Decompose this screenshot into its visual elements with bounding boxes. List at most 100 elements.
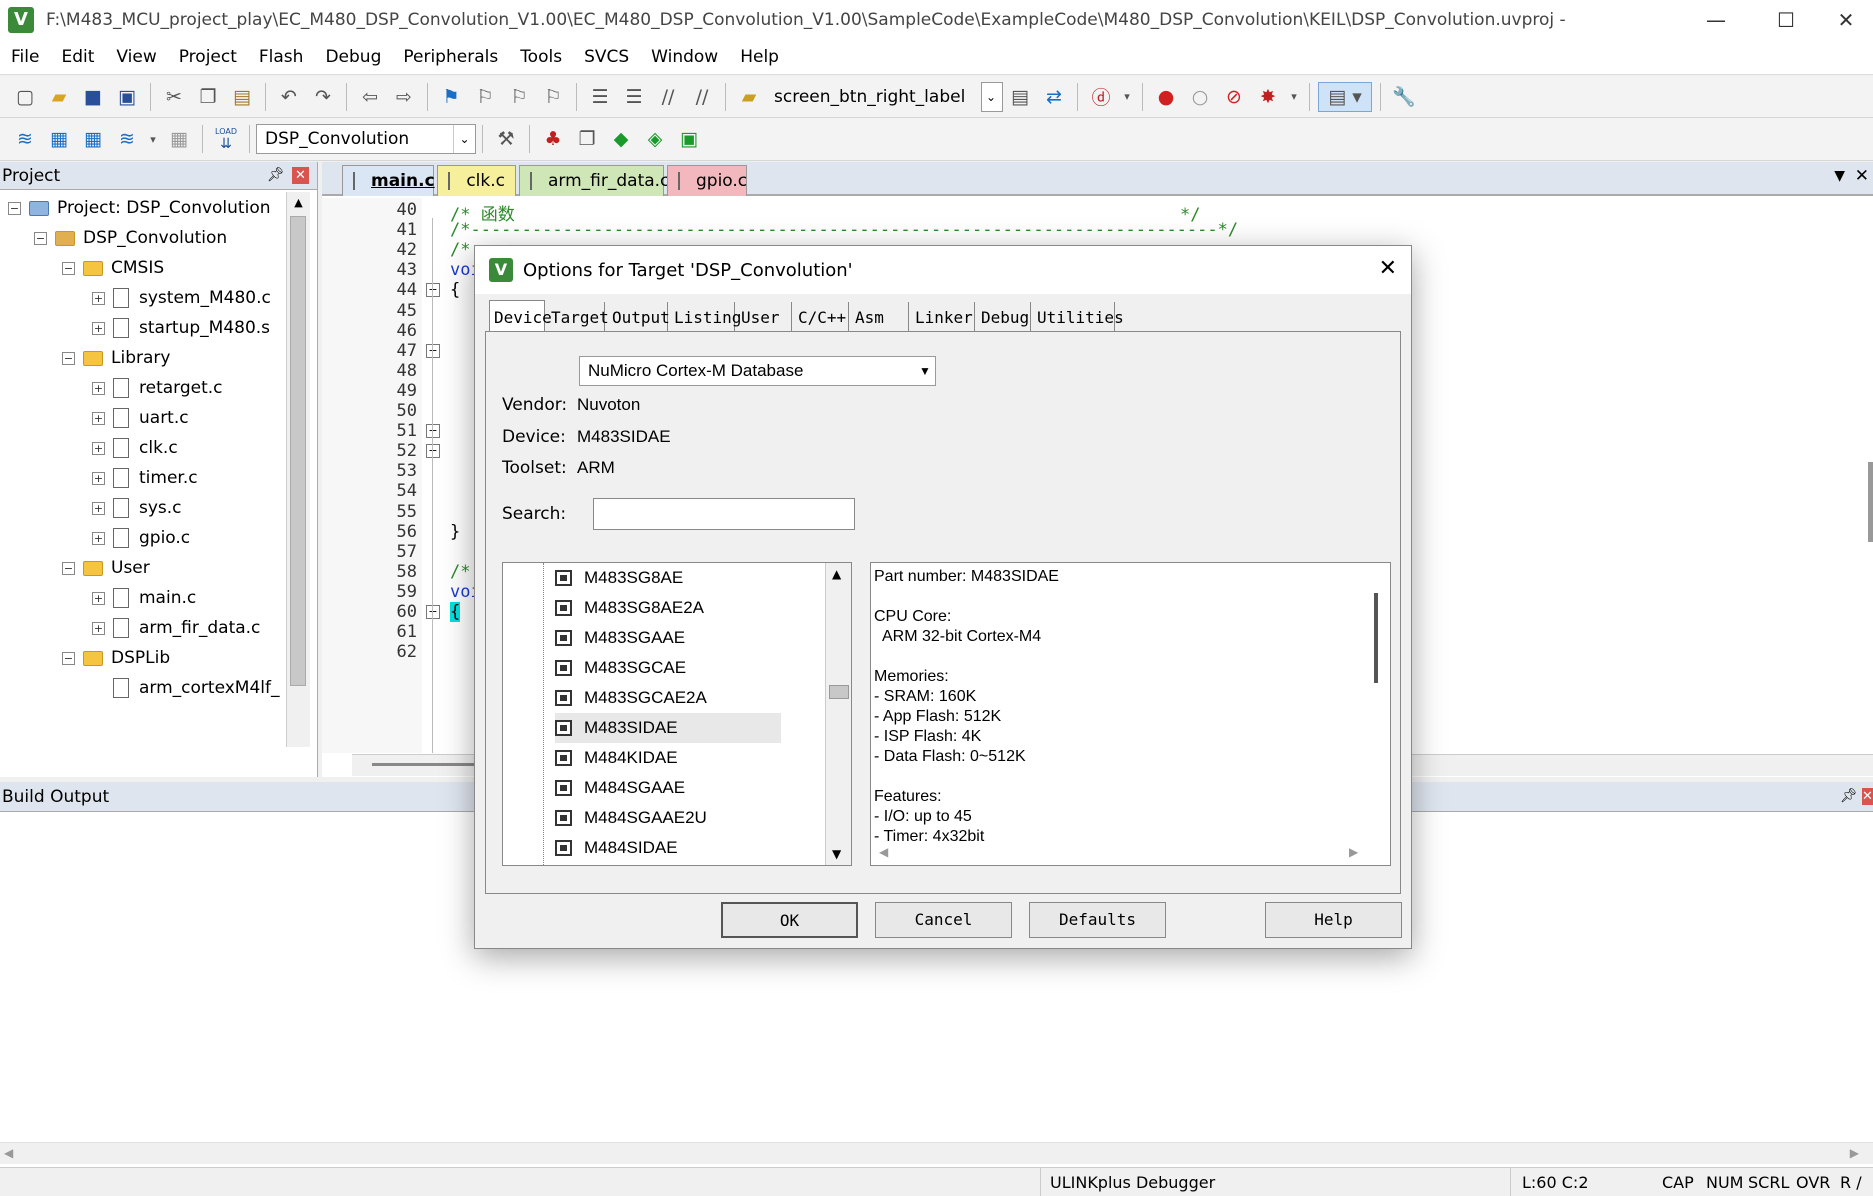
device-list-item[interactable]: M483SGCAE2A — [555, 683, 781, 713]
open-file-icon[interactable]: ▰ — [44, 82, 74, 112]
pack-installer-icon[interactable]: ◈ — [640, 124, 670, 154]
disable-breakpoint-icon[interactable]: ○ — [1185, 82, 1215, 112]
disable-all-breakpoints-icon[interactable]: ⊘ — [1219, 82, 1249, 112]
dialog-tab-target[interactable]: Target — [547, 302, 609, 332]
minimize-button[interactable]: — — [1690, 4, 1742, 36]
configure-icon[interactable]: 🔧 — [1389, 82, 1419, 112]
unindent-icon[interactable]: ☰ — [619, 82, 649, 112]
find-combo[interactable]: screen_btn_right_label — [766, 82, 981, 112]
dialog-tab-output[interactable]: Output — [608, 302, 670, 332]
device-list-item[interactable]: M483SG8AE — [555, 563, 781, 593]
stop-build-icon[interactable]: ▦ — [164, 124, 194, 154]
editor-tab-gpio-c[interactable]: gpio.c — [667, 165, 747, 196]
tree-item-file[interactable]: + main.c — [92, 583, 196, 613]
save-all-icon[interactable]: ▣ — [112, 82, 142, 112]
menu-help[interactable]: Help — [729, 47, 790, 67]
menu-debug[interactable]: Debug — [314, 47, 392, 67]
options-for-target-icon[interactable]: ⚒ — [491, 124, 521, 154]
expand-icon[interactable]: + — [92, 291, 105, 305]
maximize-button[interactable]: ☐ — [1760, 4, 1812, 36]
pack-update-icon[interactable]: ▣ — [674, 124, 704, 154]
menu-view[interactable]: View — [105, 47, 167, 67]
device-list-item[interactable]: M484SGAAE2U — [555, 803, 781, 833]
dialog-tab-linker[interactable]: Linker — [911, 302, 975, 332]
collapse-icon[interactable]: − — [8, 201, 21, 215]
breakpoint-icon[interactable]: ● — [1151, 82, 1181, 112]
fold-toggle-icon[interactable]: − — [426, 283, 440, 298]
fold-toggle-icon[interactable]: − — [426, 424, 440, 439]
dialog-tab-asm[interactable]: Asm — [851, 302, 909, 332]
collapse-icon[interactable]: − — [62, 561, 75, 575]
collapse-icon[interactable]: − — [62, 651, 75, 665]
tree-item-file[interactable]: + sys.c — [92, 493, 182, 523]
tree-item-file[interactable]: +arm_cortexM4lf_ — [92, 673, 279, 703]
tree-item-file[interactable]: + timer.c — [92, 463, 198, 493]
device-search-input[interactable] — [593, 498, 855, 530]
device-list-item[interactable]: M483SG8AE2A — [555, 593, 781, 623]
next-bookmark-icon[interactable]: ⚐ — [504, 82, 534, 112]
find-icon[interactable]: ▤ — [1005, 82, 1035, 112]
manage-project-items-icon[interactable]: ♣ — [538, 124, 568, 154]
build-pin-icon[interactable]: 📌︎ — [1840, 788, 1858, 804]
device-list-item[interactable]: M483SGAAE — [555, 623, 781, 653]
info-scroll-right-icon[interactable]: ▶ — [1349, 845, 1358, 859]
target-select[interactable]: DSP_Convolution ⌄ — [256, 124, 476, 154]
menu-tools[interactable]: Tools — [509, 47, 573, 67]
menu-window[interactable]: Window — [640, 47, 729, 67]
cancel-button[interactable]: Cancel — [875, 902, 1012, 938]
kill-breakpoints-icon[interactable]: ✸ — [1253, 82, 1283, 112]
defaults-button[interactable]: Defaults — [1029, 902, 1166, 938]
window-layout-icon[interactable]: ▤ ▾ — [1318, 81, 1372, 112]
paste-icon[interactable]: ▤ — [227, 82, 257, 112]
dialog-tab-listing[interactable]: Listing — [670, 302, 741, 332]
menu-peripherals[interactable]: Peripherals — [392, 47, 509, 67]
expand-icon[interactable]: + — [92, 471, 105, 485]
dialog-tab-device[interactable]: Device — [489, 300, 552, 333]
batch-build-dropdown-icon[interactable]: ▾ — [146, 124, 160, 154]
menu-svcs[interactable]: SVCS — [573, 47, 640, 67]
close-tab-icon[interactable]: ✕ — [1855, 166, 1869, 186]
fold-toggle-icon[interactable]: − — [426, 605, 440, 619]
menu-flash[interactable]: Flash — [248, 47, 315, 67]
debug-session-icon[interactable]: ⓓ — [1086, 82, 1116, 112]
close-window-button[interactable]: ✕ — [1820, 4, 1872, 36]
tree-item-folder[interactable]: − DSPLib — [62, 643, 170, 673]
expand-icon[interactable]: + — [92, 411, 105, 425]
tree-item-file[interactable]: + clk.c — [92, 433, 178, 463]
dialog-tab-user[interactable]: User — [737, 302, 792, 332]
new-file-icon[interactable]: ▢ — [10, 82, 40, 112]
tree-item-file[interactable]: + system_M480.c — [92, 283, 271, 313]
editor-tab-clk-c[interactable]: clk.c — [437, 165, 516, 196]
comment-icon[interactable]: // — [653, 82, 683, 112]
dialog-close-icon[interactable]: ✕ — [1379, 256, 1397, 281]
expand-icon[interactable]: + — [92, 621, 105, 635]
device-list-item[interactable]: M484SGAAE — [555, 773, 781, 803]
tree-item-file[interactable]: + startup_M480.s — [92, 313, 270, 343]
collapse-icon[interactable]: − — [34, 231, 47, 245]
tree-item-file[interactable]: + gpio.c — [92, 523, 190, 553]
tree-item-file[interactable]: + retarget.c — [92, 373, 223, 403]
translate-icon[interactable]: ≋ — [10, 124, 40, 154]
editor-tab-arm-fir-data-c[interactable]: arm_fir_data.c — [519, 165, 669, 196]
incremental-find-icon[interactable]: ⇄ — [1039, 82, 1069, 112]
expand-icon[interactable]: + — [92, 501, 105, 515]
collapse-icon[interactable]: − — [62, 261, 75, 275]
find-combo-dropdown[interactable]: ⌄ — [981, 81, 1003, 112]
help-button[interactable]: Help — [1265, 902, 1402, 938]
expand-icon[interactable]: + — [92, 591, 105, 605]
editor-vertical-scrollbar[interactable] — [1868, 462, 1873, 542]
tree-item-file[interactable]: + uart.c — [92, 403, 189, 433]
rebuild-icon[interactable]: ▦ — [78, 124, 108, 154]
fold-toggle-icon[interactable]: − — [426, 444, 440, 459]
find-in-files-icon[interactable]: ▰ — [734, 82, 764, 112]
close-panel-icon[interactable]: ✕ — [292, 167, 309, 184]
indent-icon[interactable]: ☰ — [585, 82, 615, 112]
tree-item-root[interactable]: − Project: DSP_Convolution — [8, 193, 271, 223]
manage-rte-icon[interactable]: ◆ — [606, 124, 636, 154]
breakpoints-dropdown-icon[interactable]: ▾ — [1287, 82, 1301, 112]
nav-back-icon[interactable]: ⇦ — [355, 82, 385, 112]
save-icon[interactable]: ■ — [78, 82, 108, 112]
device-list-item[interactable]: M483SGCAE — [555, 653, 781, 683]
debug-session-dropdown-icon[interactable]: ▾ — [1120, 82, 1134, 112]
menu-file[interactable]: File — [0, 47, 50, 67]
